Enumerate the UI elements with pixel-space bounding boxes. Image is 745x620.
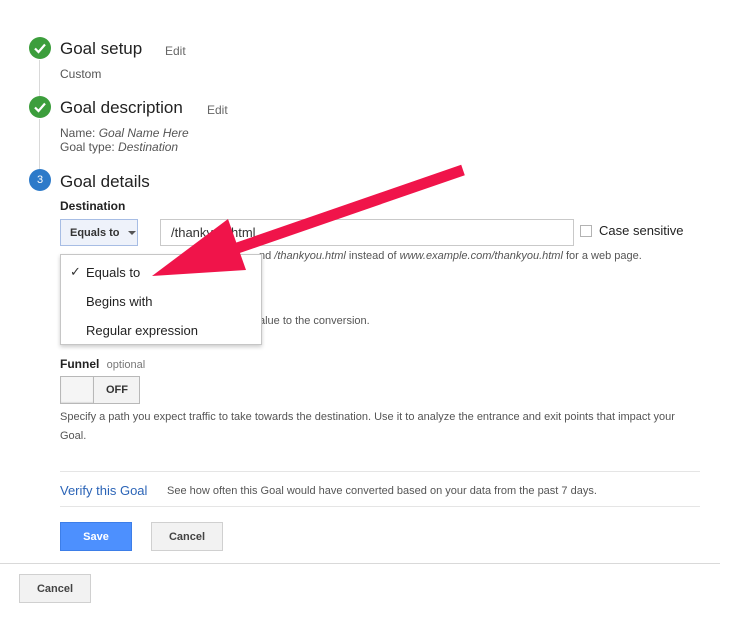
- menu-item-equals-to[interactable]: Equals to: [86, 265, 140, 280]
- funnel-label: Funnel optional: [60, 357, 145, 371]
- goal-description-title: Goal description: [60, 98, 183, 117]
- checkmark-icon: ✓: [70, 264, 81, 279]
- step-complete-check-icon: [29, 96, 51, 118]
- help-suffix: for a web page.: [562, 250, 642, 262]
- funnel-label-text: Funnel: [60, 357, 100, 371]
- divider: [60, 506, 700, 507]
- help-mid: instead of: [345, 250, 400, 262]
- goal-setup-value: Custom: [60, 67, 102, 81]
- destination-label: Destination: [60, 199, 126, 213]
- cancel-button[interactable]: Cancel: [151, 522, 223, 551]
- goal-details-title: Goal details: [60, 172, 150, 191]
- goal-type-value: Destination: [118, 140, 179, 154]
- goal-type-line: Goal type: Destination: [60, 140, 178, 154]
- match-type-dropdown[interactable]: Equals to: [60, 219, 138, 246]
- outer-cancel-button[interactable]: Cancel: [19, 574, 91, 603]
- caret-down-icon: [127, 230, 136, 235]
- step-connector: [39, 119, 40, 169]
- step-number-badge: 3: [29, 169, 51, 191]
- toggle-knob: [61, 377, 94, 403]
- verify-goal-link[interactable]: Verify this Goal: [60, 483, 147, 498]
- menu-item-begins-with[interactable]: Begins with: [86, 294, 152, 309]
- step-complete-check-icon: [29, 37, 51, 59]
- case-sensitive-label: Case sensitive: [599, 223, 684, 238]
- divider: [60, 471, 700, 472]
- step-connector: [39, 60, 40, 96]
- toggle-state: OFF: [106, 384, 128, 396]
- destination-help-text: nd /thankyou.html instead of www.example…: [259, 250, 642, 262]
- goal-setup-title: Goal setup: [60, 39, 143, 58]
- match-type-value: Equals to: [70, 226, 120, 239]
- verify-description: See how often this Goal would have conve…: [167, 485, 597, 497]
- goal-description-edit-link[interactable]: Edit: [207, 103, 228, 117]
- save-button[interactable]: Save: [60, 522, 132, 551]
- goal-name-line: Name: Goal Name Here: [60, 126, 189, 140]
- goal-type-label: Goal type:: [60, 140, 115, 154]
- help-example-path: /thankyou.html: [274, 250, 346, 262]
- destination-input[interactable]: /thankyou.html: [160, 219, 574, 246]
- divider: [0, 563, 720, 564]
- help-example-url: www.example.com/thankyou.html: [399, 250, 563, 262]
- goal-name-value: Goal Name Here: [98, 126, 189, 140]
- match-type-menu: ✓ Equals to Begins with Regular expressi…: [60, 254, 262, 345]
- goal-name-label: Name:: [60, 126, 96, 140]
- case-sensitive-checkbox[interactable]: [580, 225, 592, 237]
- funnel-optional: optional: [106, 359, 146, 371]
- funnel-toggle[interactable]: OFF: [60, 376, 140, 404]
- goal-setup-edit-link[interactable]: Edit: [165, 44, 186, 58]
- menu-item-regular-expression[interactable]: Regular expression: [86, 323, 198, 338]
- funnel-help-text: Specify a path you expect traffic to tak…: [60, 411, 675, 442]
- value-help-text: alue to the conversion.: [259, 315, 370, 327]
